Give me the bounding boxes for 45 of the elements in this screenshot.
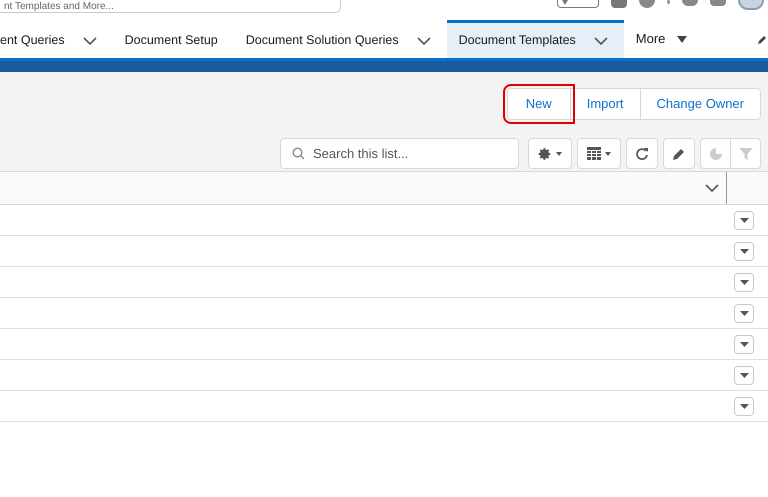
favorites-button[interactable] — [557, 0, 599, 8]
refresh-icon — [635, 146, 649, 160]
caret-icon — [605, 152, 611, 156]
action-button[interactable]: Import — [570, 88, 641, 120]
pie-chart-icon — [708, 146, 722, 160]
row-actions-button[interactable] — [734, 366, 754, 384]
more-tab[interactable]: More — [624, 20, 688, 58]
nav-tab[interactable]: Document Setup — [112, 20, 234, 58]
caret-icon — [556, 152, 562, 156]
chevron-down-icon — [705, 184, 719, 192]
list-search-field[interactable]: Search this list... — [280, 138, 519, 169]
caret-icon — [740, 404, 748, 408]
global-search-field[interactable]: nt Templates and More... — [0, 0, 341, 13]
caret-icon — [740, 310, 748, 316]
nav-tab[interactable]: Document Templates — [446, 20, 624, 58]
row-actions-button[interactable] — [734, 334, 754, 354]
caret-icon — [677, 36, 688, 42]
caret-icon — [740, 248, 748, 254]
caret-icon — [740, 372, 748, 378]
gear-icon — [538, 146, 552, 160]
nav-tab[interactable]: ent Queries — [0, 20, 113, 58]
caret-icon — [740, 280, 748, 284]
search-icon — [292, 147, 305, 160]
nav-tab-label: Document Templates — [458, 32, 576, 50]
action-button[interactable]: Change Owner — [640, 88, 761, 120]
settings-button[interactable] — [528, 138, 572, 169]
row-actions-button[interactable] — [734, 242, 754, 260]
row-actions-button[interactable] — [734, 272, 754, 292]
nav-tab-label: Document Solution Queries — [246, 32, 399, 50]
row-actions-button[interactable] — [734, 304, 754, 322]
nav-tab[interactable]: Document Solution Queries — [234, 20, 447, 58]
nav-tab-label: ent Queries — [0, 32, 65, 50]
table-icon — [587, 147, 601, 160]
table-button[interactable] — [577, 138, 621, 169]
nav-tab-label: Document Setup — [124, 32, 218, 50]
filter-icon — [738, 146, 752, 160]
refresh-button[interactable] — [626, 138, 658, 169]
caret-icon — [740, 218, 748, 222]
row-actions-button[interactable] — [734, 396, 754, 416]
row-actions-button[interactable] — [734, 210, 754, 230]
edit-button[interactable] — [663, 138, 695, 169]
search-placeholder: nt Templates and More... — [4, 1, 114, 12]
caret-icon — [740, 342, 748, 346]
pencil-icon[interactable] — [758, 34, 768, 44]
pencil-icon — [672, 146, 686, 160]
